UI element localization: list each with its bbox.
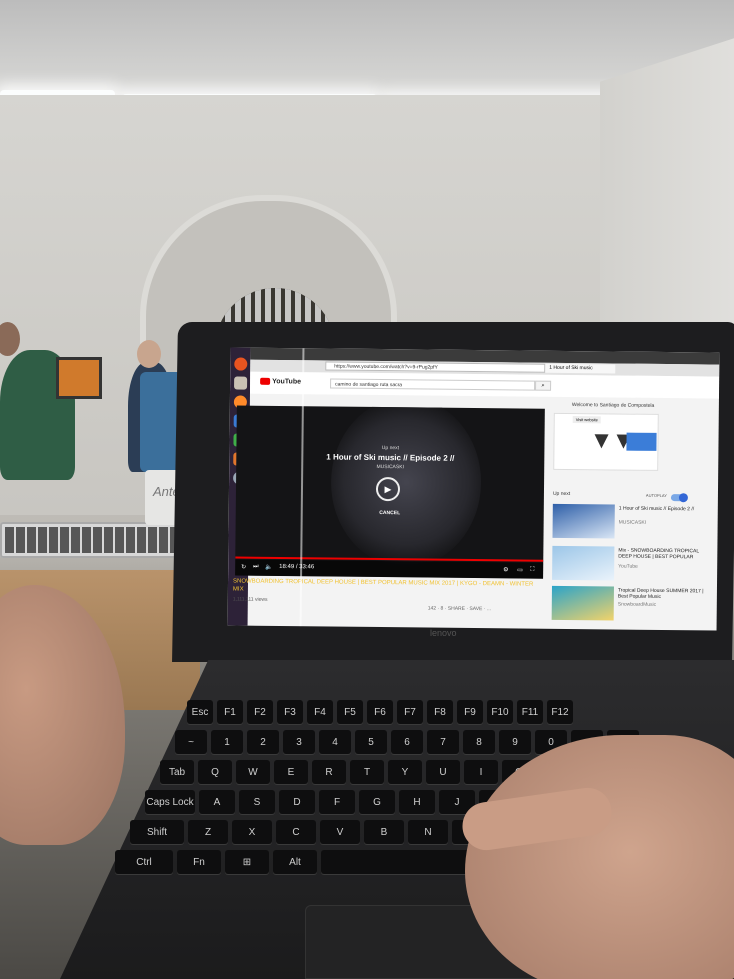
youtube-logo[interactable]: YouTube	[260, 377, 301, 386]
key[interactable]: 9	[499, 730, 531, 754]
key[interactable]: Alt	[273, 850, 317, 874]
background-person-head	[137, 340, 161, 368]
search-input[interactable]: camino de santiago ruta sacra	[330, 378, 536, 391]
player-controls: ↻ ⏭ 🔈 18:49 / 33:46 ⚙ ▭ ⛶	[235, 559, 544, 579]
ad-graphic-icon	[594, 434, 609, 449]
recommendation-thumbnail[interactable]	[552, 503, 615, 539]
video-title: SNOWBOARDING TROPICAL DEEP HOUSE | BEST …	[232, 578, 534, 593]
key[interactable]: U	[426, 760, 460, 784]
key[interactable]: Y	[388, 760, 422, 784]
key[interactable]: G	[359, 790, 395, 814]
key[interactable]: Caps Lock	[145, 790, 195, 814]
key[interactable]: 7	[427, 730, 459, 754]
volume-icon[interactable]: 🔈	[265, 564, 273, 571]
key[interactable]: C	[276, 820, 316, 844]
ad-image	[626, 432, 657, 451]
recommendation-thumbnail[interactable]	[551, 585, 614, 621]
key[interactable]: S	[239, 790, 275, 814]
photo-scene: Ante https://www.youtube.com/watch?v=9-r…	[0, 0, 734, 979]
key[interactable]: T	[350, 760, 384, 784]
recommendation-title[interactable]: 1 Hour of Ski music // Episode 2 //	[619, 506, 709, 513]
key[interactable]: F	[319, 790, 355, 814]
key[interactable]: I	[464, 760, 498, 784]
key[interactable]: 4	[319, 730, 351, 754]
key[interactable]: X	[232, 820, 272, 844]
time-display: 18:49 / 33:46	[279, 563, 315, 571]
key[interactable]: Z	[188, 820, 228, 844]
key[interactable]: H	[399, 790, 435, 814]
key[interactable]: A	[199, 790, 235, 814]
key[interactable]: F7	[397, 700, 423, 724]
ad-banner[interactable]: Visit website	[553, 412, 659, 471]
video-artwork	[330, 405, 482, 569]
key[interactable]: Q	[198, 760, 232, 784]
key[interactable]: E	[274, 760, 308, 784]
key[interactable]: Ctrl	[115, 850, 173, 874]
ad-button[interactable]: Visit website	[572, 416, 601, 424]
key[interactable]: F12	[547, 700, 573, 724]
key[interactable]: F9	[457, 700, 483, 724]
ubuntu-icon[interactable]	[233, 357, 247, 371]
background-keyboard	[0, 522, 185, 558]
background-monitor	[56, 357, 102, 399]
laptop-brand-logo: lenovo	[430, 628, 457, 638]
replay-icon[interactable]: ↻	[241, 564, 246, 571]
key[interactable]: W	[236, 760, 270, 784]
key[interactable]: Esc	[187, 700, 213, 724]
key[interactable]: 5	[355, 730, 387, 754]
settings-gear-icon[interactable]: ⚙	[503, 566, 508, 573]
key[interactable]: 2	[247, 730, 279, 754]
key[interactable]: V	[320, 820, 360, 844]
key[interactable]: F6	[367, 700, 393, 724]
recommendation-channel: SnowboardMusic	[617, 601, 657, 608]
key[interactable]: N	[408, 820, 448, 844]
youtube-play-icon	[260, 377, 271, 385]
recommendations-sidebar: Welcome to Santiago de Compostela Visit …	[550, 401, 717, 631]
next-icon[interactable]: ⏭	[253, 564, 258, 571]
key[interactable]: 8	[463, 730, 495, 754]
key[interactable]: Tab	[160, 760, 194, 784]
browser-tab[interactable]: 1 Hour of Ski music	[545, 363, 616, 374]
recommendation-thumbnail[interactable]	[552, 545, 615, 581]
recommendation-channel: MUSICASKI	[618, 519, 647, 526]
key[interactable]: F3	[277, 700, 303, 724]
key[interactable]: F10	[487, 700, 513, 724]
up-next-heading: Up next	[552, 490, 571, 498]
recommendation-title[interactable]: Tropical Deep House SUMMER 2017 | Best P…	[618, 588, 708, 601]
search-icon: ⌕	[541, 382, 545, 389]
key[interactable]: 3	[283, 730, 315, 754]
view-count: 1,111,111 views	[232, 596, 268, 603]
key[interactable]: B	[364, 820, 404, 844]
search-button[interactable]: ⌕	[535, 380, 552, 391]
key[interactable]: F1	[217, 700, 243, 724]
recommendation-channel: YouTube	[618, 563, 638, 570]
key[interactable]: ⊞	[225, 850, 269, 874]
key[interactable]: F11	[517, 700, 543, 724]
key[interactable]: F8	[427, 700, 453, 724]
laptop-screen: https://www.youtube.com/watch?v=9-rPug2p…	[227, 347, 720, 631]
key[interactable]: D	[279, 790, 315, 814]
ad-title[interactable]: Welcome to Santiago de Compostela	[572, 402, 655, 409]
next-video-title[interactable]: 1 Hour of Ski music // Episode 2 //	[236, 452, 544, 464]
key[interactable]: Shift	[130, 820, 184, 844]
video-actions[interactable]: 142 · 8 · SHARE · SAVE · ...	[428, 606, 491, 613]
files-icon[interactable]	[233, 376, 247, 390]
key[interactable]: F2	[247, 700, 273, 724]
key[interactable]: F5	[337, 700, 363, 724]
skip-next-icon: ▶	[384, 483, 392, 494]
autoplay-toggle[interactable]	[670, 494, 687, 502]
video-player[interactable]: Up next 1 Hour of Ski music // Episode 2…	[235, 405, 545, 579]
key[interactable]: 6	[391, 730, 423, 754]
key[interactable]: ~	[175, 730, 207, 754]
key[interactable]: F4	[307, 700, 333, 724]
theater-icon[interactable]: ▭	[517, 566, 523, 573]
recommendation-title[interactable]: Mix - SNOWBOARDING TROPICAL DEEP HOUSE |…	[618, 548, 708, 561]
key[interactable]: 1	[211, 730, 243, 754]
key[interactable]: R	[312, 760, 346, 784]
autoplay-label: AUTOPLAY	[645, 492, 667, 499]
play-next-button[interactable]: ▶	[375, 476, 401, 502]
fullscreen-icon[interactable]: ⛶	[530, 567, 534, 574]
key[interactable]: Fn	[177, 850, 221, 874]
